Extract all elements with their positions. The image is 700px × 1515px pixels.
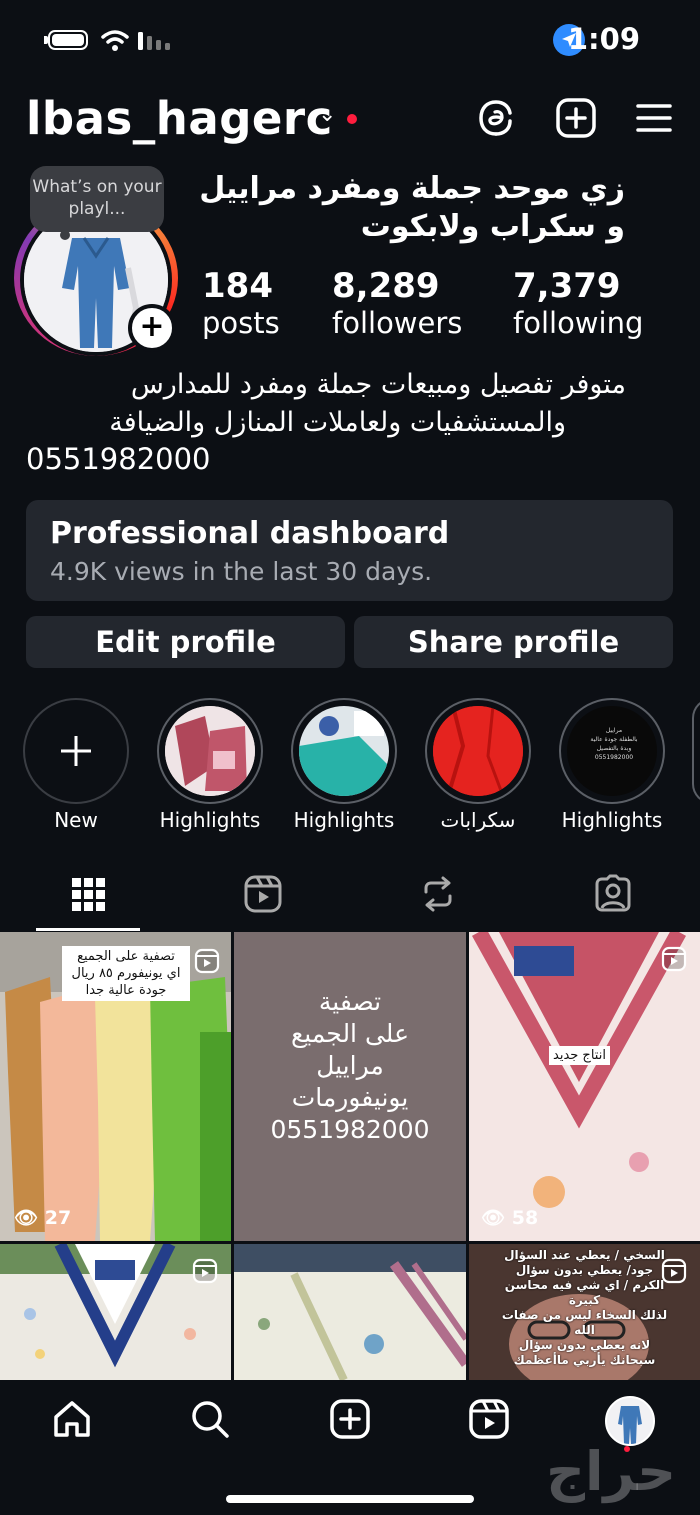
dashboard-title: Professional dashboard bbox=[50, 516, 450, 551]
following-label[interactable]: following bbox=[513, 306, 643, 340]
followers-label[interactable]: followers bbox=[332, 306, 462, 340]
reels-tab-icon[interactable] bbox=[243, 874, 283, 914]
threads-icon[interactable] bbox=[474, 96, 518, 140]
highlight-item[interactable] bbox=[291, 698, 397, 804]
highlight-story-text: وبدة بالتفصيل bbox=[596, 745, 632, 752]
tagged-tab-icon[interactable] bbox=[593, 874, 633, 914]
post-thumbnail[interactable] bbox=[234, 1244, 466, 1380]
reposts-tab-icon[interactable] bbox=[418, 874, 458, 914]
highlight-item[interactable]: مراييل بالطفلة جودة عالية وبدة بالتفصيل … bbox=[559, 698, 665, 804]
posts-count[interactable]: 184 bbox=[202, 266, 273, 306]
active-tab-indicator bbox=[36, 928, 140, 931]
highlight-label: New bbox=[54, 808, 98, 832]
dashboard-subtitle: 4.9K views in the last 30 days. bbox=[50, 557, 433, 586]
notification-dot bbox=[347, 114, 357, 124]
bio-line: متوفر تفصيل ومبيعات جملة ومفرد للمدارس bbox=[130, 369, 626, 400]
share-profile-button[interactable]: Share profile bbox=[354, 616, 673, 668]
signal-icon bbox=[138, 32, 170, 50]
profile-username[interactable]: lbas_hagerc bbox=[26, 92, 333, 145]
post-view-count: 👁 58 bbox=[481, 1206, 538, 1229]
post-text-overlay: تصفية على الجميع مراييل يونيفورمات 05519… bbox=[234, 986, 466, 1146]
reels-icon[interactable] bbox=[468, 1398, 510, 1440]
plus-icon bbox=[61, 736, 91, 766]
post-thumbnail[interactable] bbox=[0, 1244, 231, 1380]
profile-bio: متوفر تفصيل ومبيعات جملة ومفرد للمدارس و… bbox=[26, 366, 626, 442]
post-text-line: مراييل bbox=[316, 1051, 384, 1080]
view-count-value: 58 bbox=[511, 1207, 539, 1229]
highlight-label: Highlights bbox=[293, 808, 395, 832]
post-caption: تصفية على الجميع اي يونيفورم ٨٥ ريال جود… bbox=[62, 946, 190, 1001]
profile-display-name: زي موحد جملة ومفرد مراييل و سكراب ولابكو… bbox=[199, 171, 625, 244]
highlight-story-text: بالطفلة جودة عالية bbox=[590, 736, 638, 743]
status-bar: 1:09 bbox=[0, 0, 700, 80]
highlight-item[interactable] bbox=[425, 698, 531, 804]
post-thumbnail[interactable]: تصفية على الجميع اي يونيفورم ٨٥ ريال جود… bbox=[0, 932, 231, 1241]
post-text-line: 0551982000 bbox=[270, 1115, 430, 1144]
highlight-story-text: مراييل bbox=[605, 727, 623, 734]
post-text-line: لذلك السخاء ليس من صفات bbox=[501, 1308, 668, 1322]
bio-phone[interactable]: 0551982000 bbox=[26, 442, 211, 476]
post-view-count: 👁 27 bbox=[14, 1206, 71, 1229]
create-icon[interactable] bbox=[329, 1398, 371, 1440]
highlight-item[interactable] bbox=[157, 698, 263, 804]
note-bubble[interactable]: What’s on your playl... bbox=[30, 166, 164, 232]
post-caption-line: اي يونيفورم ٨٥ ريال bbox=[71, 966, 181, 981]
profile-nav-avatar[interactable] bbox=[605, 1396, 655, 1446]
edit-profile-button[interactable]: Edit profile bbox=[26, 616, 345, 668]
post-thumbnail[interactable]: تصفية على الجميع مراييل يونيفورمات 05519… bbox=[234, 932, 466, 1241]
highlight-label: Highlights bbox=[159, 808, 261, 832]
post-text-line: تصفية bbox=[318, 987, 382, 1016]
post-text-line: كبيرة bbox=[568, 1293, 601, 1307]
post-thumbnail[interactable]: السخي / يعطي عند السؤال جود/ يعطي بدون س… bbox=[469, 1244, 700, 1380]
reel-icon bbox=[661, 1258, 687, 1284]
menu-icon[interactable] bbox=[632, 96, 676, 140]
reel-icon bbox=[194, 948, 220, 974]
battery-icon bbox=[48, 30, 88, 50]
status-time: 1:09 bbox=[567, 22, 640, 56]
reel-icon bbox=[192, 1258, 218, 1284]
post-text-line: يونيفورمات bbox=[291, 1083, 409, 1112]
bio-line: والمستشفيات ولعاملات المنازل والضيافة bbox=[109, 407, 566, 438]
new-highlight-button[interactable] bbox=[23, 698, 129, 804]
add-story-button[interactable]: + bbox=[128, 304, 176, 352]
post-text-line: لانه يعطي بدون سؤال bbox=[518, 1338, 651, 1352]
highlight-item-partial[interactable] bbox=[692, 698, 700, 804]
post-text-line: سبحانك يأربي ماأعظمك bbox=[513, 1353, 656, 1367]
post-caption-line: تصفية على الجميع bbox=[77, 949, 175, 964]
post-thumbnail[interactable]: انتاج جديد 👁 58 bbox=[469, 932, 700, 1241]
highlight-label: سكرابات bbox=[440, 808, 516, 832]
note-bubble-tail bbox=[60, 230, 70, 240]
search-icon[interactable] bbox=[189, 1398, 231, 1440]
followers-count[interactable]: 8,289 bbox=[332, 266, 440, 306]
reel-icon bbox=[661, 946, 687, 972]
home-indicator[interactable] bbox=[226, 1495, 474, 1503]
grid-icon[interactable] bbox=[68, 874, 108, 914]
create-post-icon[interactable] bbox=[554, 96, 598, 140]
eye-icon: 👁 bbox=[14, 1207, 39, 1229]
post-tag: انتاج جديد bbox=[549, 1046, 610, 1065]
posts-label[interactable]: posts bbox=[202, 306, 280, 340]
following-count[interactable]: 7,379 bbox=[513, 266, 621, 306]
post-text-line: على الجميع bbox=[291, 1019, 409, 1048]
eye-icon: 👁 bbox=[481, 1207, 506, 1229]
chevron-down-icon[interactable]: ⌄ bbox=[318, 102, 336, 127]
watermark: حراج bbox=[546, 1440, 676, 1503]
highlight-label: Highlights bbox=[561, 808, 663, 832]
post-text-line: الله bbox=[574, 1323, 595, 1337]
wifi-icon bbox=[101, 30, 129, 51]
home-icon[interactable] bbox=[51, 1398, 93, 1440]
view-count-value: 27 bbox=[44, 1207, 72, 1229]
battery-cap bbox=[44, 36, 48, 44]
highlight-story-text: 0551982000 bbox=[594, 754, 634, 761]
post-caption-line: جودة عالية جدا bbox=[85, 983, 167, 998]
